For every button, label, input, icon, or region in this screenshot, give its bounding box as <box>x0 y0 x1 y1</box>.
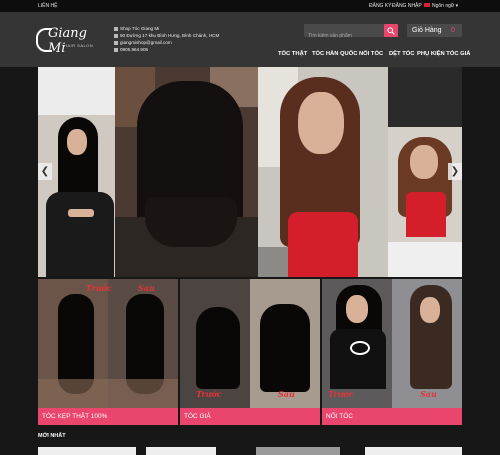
after-label: Sau <box>278 389 295 399</box>
slider-next-button[interactable]: ❯ <box>448 163 462 180</box>
cart-label: Giỏ Hàng <box>412 27 442 34</box>
nav-item-det-toc[interactable]: DỆT TÓC <box>389 51 414 57</box>
top-bar: LIÊN HỆ ĐĂNG KÝ ĐĂNG NHẬP Ngôn ngữ ▾ <box>0 0 500 12</box>
vietnam-flag-icon[interactable] <box>424 3 430 7</box>
phone-text: 0905.964.905 <box>120 47 149 52</box>
login-link[interactable]: ĐĂNG NHẬP <box>392 3 422 9</box>
product-card[interactable] <box>146 447 216 455</box>
register-link[interactable]: ĐĂNG KÝ <box>369 3 392 9</box>
shop-name: Shop Tóc Giang Mi <box>120 26 160 31</box>
category-card-toc-gia[interactable]: Trước Sau TÓC GIẢ <box>180 279 320 425</box>
contact-shop: Shop Tóc Giang Mi <box>114 26 159 31</box>
email-text: giangmishop@gmail.com <box>120 40 172 45</box>
language-label: Ngôn ngữ <box>432 3 455 9</box>
slider-prev-button[interactable]: ❮ <box>38 163 52 180</box>
category-grid: Trước Sau TÓC KẸP THẬT 100% Trước Sau TÓ… <box>38 279 462 425</box>
brand-tagline: HAIR SALON <box>64 43 94 48</box>
after-label: Sau <box>138 283 155 293</box>
category-caption: TÓC GIẢ <box>180 408 320 425</box>
product-card[interactable] <box>38 447 136 455</box>
location-icon <box>114 33 118 38</box>
slide-photo-3 <box>258 67 388 277</box>
facebook-icon <box>114 26 118 31</box>
before-label: Trước <box>328 389 354 399</box>
language-selector[interactable]: Ngôn ngữ ▾ <box>432 3 458 9</box>
address-text: 50 Đường 17 khu Bình Hưng, Bình Chánh, H… <box>120 33 220 38</box>
slide-photo-2 <box>115 67 258 277</box>
before-label: Trước <box>86 283 112 293</box>
category-caption: NỐI TÓC <box>322 408 462 425</box>
product-card[interactable] <box>256 447 340 455</box>
nav-item-noi-toc[interactable]: NỐI TÓC <box>359 51 383 57</box>
after-label: Sau <box>420 389 437 399</box>
search-input[interactable] <box>304 29 382 43</box>
search-button[interactable] <box>384 24 398 37</box>
section-title-newest: MỚI NHẤT <box>38 433 66 439</box>
hero-slider[interactable] <box>38 67 462 277</box>
email-icon <box>114 40 118 45</box>
search-icon <box>387 27 395 35</box>
brand-logo[interactable]: Giang Mi HAIR SALON <box>36 26 96 56</box>
contact-email: giangmishop@gmail.com <box>114 40 172 45</box>
category-card-toc-kep[interactable]: Trước Sau TÓC KẸP THẬT 100% <box>38 279 178 425</box>
nav-item-phu-kien[interactable]: PHỤ KIỆN TÓC GIẢ <box>417 51 470 57</box>
product-card[interactable] <box>365 447 462 455</box>
brand-name: Giang Mi <box>48 26 87 56</box>
category-caption: TÓC KẸP THẬT 100% <box>38 408 178 425</box>
contact-address: 50 Đường 17 khu Bình Hưng, Bình Chánh, H… <box>114 33 219 38</box>
nav-item-toc-han-quoc[interactable]: TÓC HÀN QUỐC <box>312 51 357 57</box>
cart-button[interactable]: Giỏ Hàng 0 <box>407 24 462 37</box>
nav-item-toc-that[interactable]: TÓC THẬT <box>278 51 307 57</box>
cart-count: 0 <box>451 27 455 34</box>
contact-phone: 0905.964.905 <box>114 47 148 52</box>
before-label: Trước <box>196 389 222 399</box>
search-box <box>304 24 384 43</box>
contact-link[interactable]: LIÊN HỆ <box>38 3 57 9</box>
category-card-noi-toc[interactable]: Trước Sau NỐI TÓC <box>322 279 462 425</box>
phone-icon <box>114 47 118 52</box>
